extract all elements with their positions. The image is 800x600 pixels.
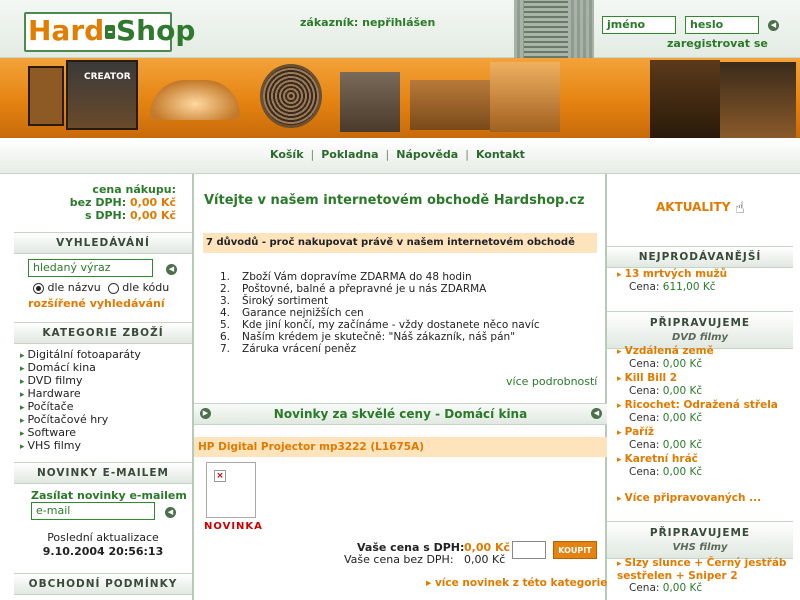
banner-dvd-cover [650, 60, 720, 138]
category-list: Digitální fotoaparáty Domácí kina DVD fi… [20, 349, 141, 453]
bestseller-title[interactable]: 13 mrtvých mužů [617, 268, 727, 281]
news-heading: Novinky za skvělé ceny - Domácí kina [194, 403, 607, 425]
reason-item: 6. Naším krédem je skutečně: "Náš zákazní… [220, 331, 516, 343]
buy-button[interactable]: KOUPIT [553, 541, 597, 559]
new-badge: NOVINKA [204, 521, 263, 532]
upcoming-vhs-heading: PŘIPRAVUJEME VHS filmy [607, 521, 793, 559]
radio-by-code-label: dle kódu [122, 281, 170, 294]
reason-item: 3. Široký sortiment [220, 295, 329, 307]
nav-contact-link[interactable]: Kontakt [476, 148, 525, 161]
upcoming-dvd-subheading: DVD filmy [671, 332, 729, 343]
newsletter-heading: NOVINKY E-MAILEM [14, 462, 192, 484]
radio-by-name-label: dle názvu [47, 281, 101, 294]
upcoming-dvd-heading: PŘIPRAVUJEME DVD filmy [607, 311, 793, 349]
customer-status: zákazník: nepřihlášen [300, 16, 436, 29]
search-input[interactable]: hledaný výraz [28, 259, 153, 277]
quantity-input[interactable] [512, 541, 546, 559]
terms-heading[interactable]: OBCHODNÍ PODMÍNKY [14, 573, 192, 595]
upcoming-dvd-item: Vzdálená země Cena: 0,00 Kč [617, 345, 714, 370]
upcoming-dvd-item: Karetní hráč Cena: 0,00 Kč [617, 453, 702, 478]
advanced-search-link[interactable]: rozšířené vyhledávání [28, 297, 165, 310]
more-details-link[interactable]: více podrobností [506, 375, 597, 388]
radio-by-code[interactable] [107, 282, 119, 294]
search-heading: VYHLEDÁVÁNÍ [14, 232, 192, 254]
upcoming-dvd-item: Kill Bill 2 Cena: 0,00 Kč [617, 372, 702, 397]
newsletter-go-icon[interactable]: ◀ [165, 507, 176, 518]
reason-item: 5. Kde jiní končí, my začínáme - vždy dos… [220, 319, 540, 331]
cart-title: cena nákupu: [92, 183, 176, 196]
reasons-heading: 7 důvodů - proč nakupovat právě v našem … [203, 233, 597, 253]
last-update-label: Poslední aktualizace [47, 531, 159, 544]
price-novat-value: 0,00 Kč [464, 553, 506, 566]
hand-cursor-icon: ☝ [735, 198, 745, 217]
login-password-input[interactable]: heslo [685, 16, 759, 34]
search-mode-options: dle názvu dle kódu [33, 281, 169, 294]
banner-software-box [28, 66, 64, 126]
nav-checkout-link[interactable]: Pokladna [321, 148, 378, 161]
upcoming-vhs-item: Slzy slunce + Černý jestřáb sestřelen + … [617, 557, 797, 594]
bestsellers-heading: NEJPRODÁVANĚJŠÍ [607, 246, 793, 268]
bestseller-price: 611,00 Kč [662, 281, 716, 293]
category-item[interactable]: VHS filmy [20, 440, 141, 453]
reason-item: 1. Zboží Vám dopravíme ZDARMA do 48 hodin [220, 271, 472, 283]
cart-novat-label: bez DPH: [69, 196, 127, 209]
banner-creator-text: CREATOR [84, 72, 131, 82]
hardshop-logo[interactable]: Hard - Shop [24, 12, 195, 52]
upcoming-dvd-more: Více připravovaných ... [617, 492, 761, 505]
left-column-divider [192, 174, 194, 600]
welcome-title: Vítejte v našem internetovém obchodě Har… [204, 193, 585, 208]
search-go-icon[interactable]: ◀ [166, 264, 177, 275]
reason-item: 4. Garance nejnižších cen [220, 307, 364, 319]
nav-cart-link[interactable]: Košík [270, 148, 304, 161]
radio-by-name[interactable] [33, 282, 44, 294]
login-go-icon[interactable]: ◀ [768, 20, 779, 31]
register-link[interactable]: zaregistrovat se [667, 37, 768, 50]
upcoming-dvd-item: Paříž Cena: 0,00 Kč [617, 426, 702, 451]
nav-help-link[interactable]: Nápověda [396, 148, 458, 161]
cart-summary: cena nákupu: bez DPH: 0,00 Kč s DPH: 0,0… [14, 183, 176, 222]
main-nav: Košík | Pokladna | Nápověda | Kontakt [270, 148, 525, 161]
building-graphic-detail [524, 0, 568, 58]
login-username-input[interactable]: jméno [602, 16, 676, 34]
news-next-icon[interactable]: ◀ [591, 408, 602, 419]
news-link[interactable]: AKTUALITY [656, 200, 730, 214]
bestseller-item: 13 mrtvých mužů Cena: 611,00 Kč [617, 268, 727, 293]
cart-vat-value: 0,00 Kč [129, 209, 176, 222]
upcoming-vhs-subheading: VHS filmy [672, 542, 728, 553]
banner-component-image [490, 62, 560, 132]
last-update: Poslední aktualizace 9.10.2004 20:56:13 [14, 531, 192, 559]
product-name-link[interactable]: HP Digital Projector mp3222 (L1675A) [194, 437, 607, 457]
banner-cpu-fan-image [260, 64, 322, 128]
news-prev-icon[interactable]: ▶ [200, 408, 211, 419]
last-update-value: 9.10.2004 20:56:13 [42, 545, 164, 558]
cart-novat-value: 0,00 Kč [129, 196, 176, 209]
price-novat-label: Vaše cena bez DPH: [344, 553, 454, 566]
reason-item: 7. Záruka vrácení peněz [220, 343, 357, 355]
cart-vat-label: s DPH: [84, 209, 127, 222]
banner-hardware-image [410, 80, 490, 130]
more-news-link[interactable]: více novinek z této kategorie [426, 577, 607, 589]
banner-creator-box [66, 60, 138, 130]
newsletter-email-input[interactable]: e-mail [31, 502, 155, 520]
banner-dvd-cover-2 [720, 62, 796, 138]
broken-image-icon: × [214, 470, 226, 482]
newsletter-label: Zasílat novinky e-mailem [31, 489, 187, 502]
reasons-list: 1. Zboží Vám dopravíme ZDARMA do 48 hodin… [220, 271, 540, 355]
reason-item: 2. Poštovné, balné a přepravné je u nás Z… [220, 283, 487, 295]
banner-device-image [340, 72, 400, 132]
categories-heading: KATEGORIE ZBOŽÍ [14, 322, 192, 344]
upcoming-dvd-item: Ricochet: Odražená střela Cena: 0,00 Kč [617, 399, 778, 424]
